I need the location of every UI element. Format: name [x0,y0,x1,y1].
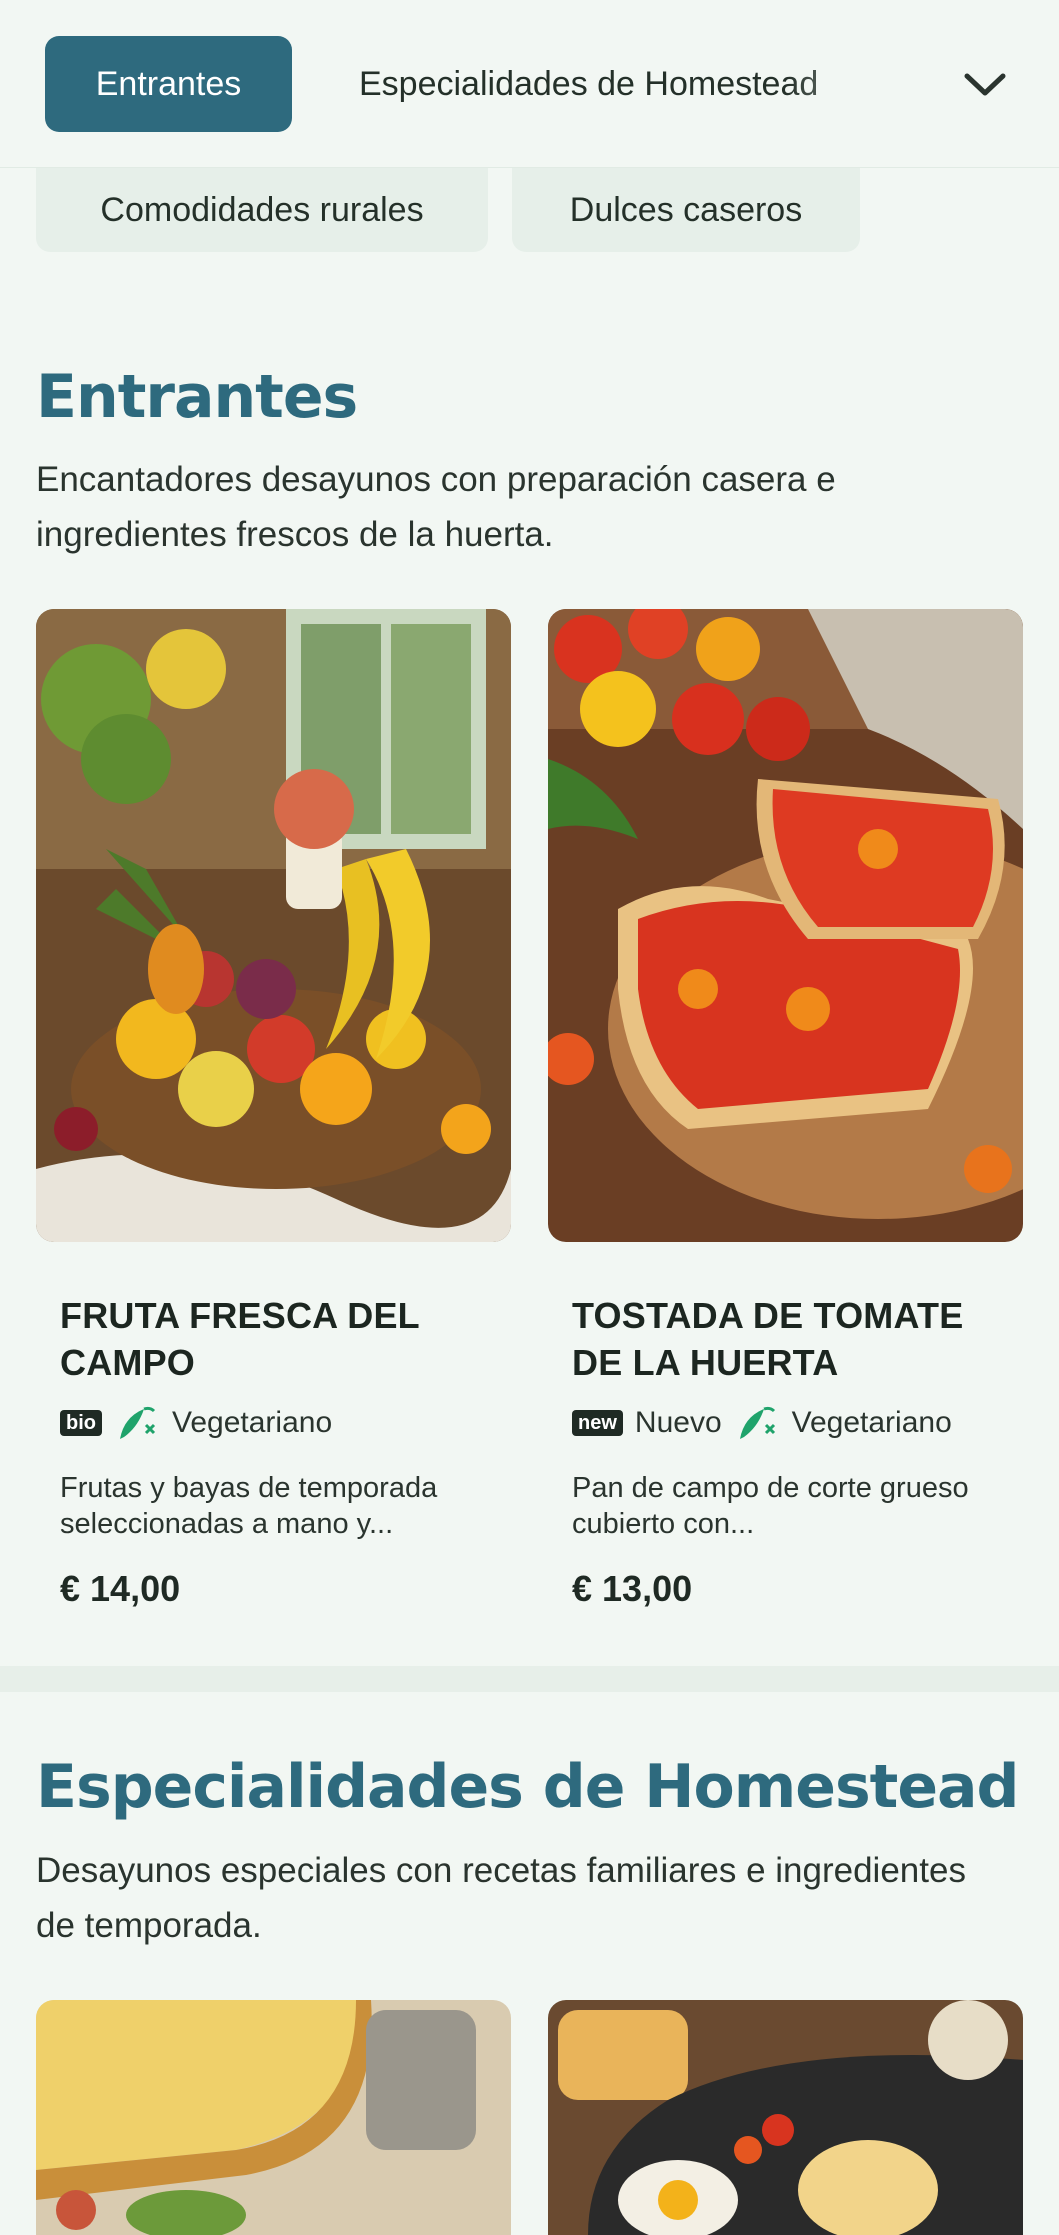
menu-item-card[interactable]: FRUTA FRESCA DEL CAMPO bio Vegetariano F… [36,609,511,1610]
new-badge: new [572,1410,623,1436]
section-description: Desayunos especiales con recetas familia… [36,1851,966,1945]
section-title: Entrantes [36,362,358,432]
category-tab-dulces[interactable]: Dulces caseros [512,168,860,252]
fruit-basket-image [36,609,511,1242]
menu-item-description: Frutas y bayas de temporada seleccionada… [60,1472,438,1540]
category-bar: Entrantes Especialidades de Homestead [0,0,1059,168]
category-tab-especialidades[interactable]: Especialidades de Homestead [337,36,897,132]
menu-item-description: Pan de campo de corte grueso cubierto co… [572,1472,969,1540]
menu-item-price: € 14,00 [60,1568,181,1609]
vegetarian-label: Vegetariano [791,1406,952,1439]
category-tab-entrantes[interactable]: Entrantes [45,36,292,132]
section-description: Encantadores desayunos con preparación c… [36,460,836,554]
menu-item-name: FRUTA FRESCA DEL CAMPO [60,1295,420,1383]
vegetarian-icon [739,1406,775,1439]
section-title: Especialidades de Homestead [36,1752,1019,1822]
menu-item-price: € 13,00 [572,1568,693,1609]
menu-item-card[interactable]: TOSTADA DE TOMATE DE LA HUERTA new Nuevo… [548,609,1023,1610]
vegetarian-icon [120,1406,156,1439]
vegetarian-label: Vegetariano [172,1406,333,1439]
category-tab-comodidades[interactable]: Comodidades rurales [36,168,488,252]
bio-badge: bio [60,1410,102,1436]
tomato-toast-image [548,609,1023,1242]
quiche-image[interactable] [36,2000,511,2235]
chevron-down-icon[interactable] [955,55,1015,115]
skillet-image[interactable] [548,2000,1023,2235]
new-label: Nuevo [634,1406,722,1439]
menu-item-name: TOSTADA DE TOMATE DE LA HUERTA [572,1295,964,1383]
section-divider [0,1666,1059,1692]
